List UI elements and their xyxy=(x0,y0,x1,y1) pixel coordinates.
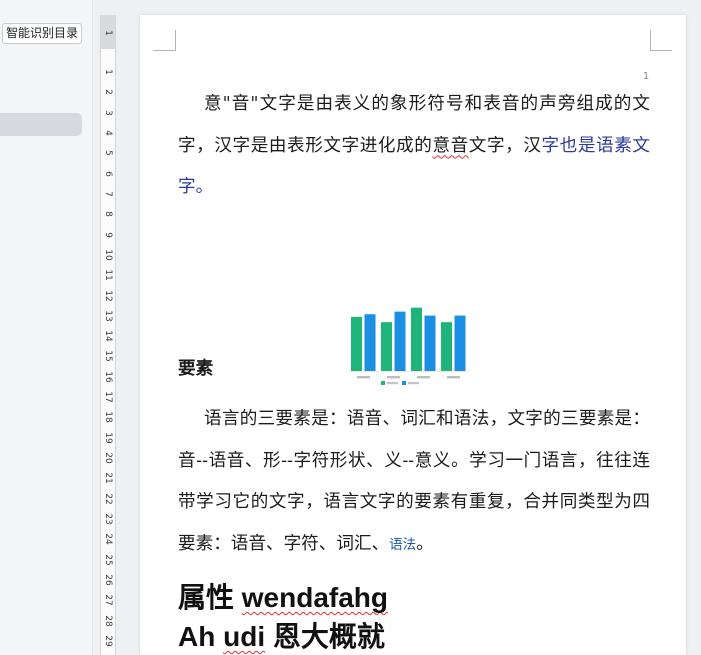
spelling-error-text[interactable]: 意音 xyxy=(432,136,468,156)
blue-text-run: 字也是语素文 xyxy=(541,135,650,156)
chart-legend-label-mark xyxy=(387,382,398,385)
ruler-number: 22 xyxy=(103,492,113,505)
ruler-number: 17 xyxy=(103,391,113,403)
corner-mark-top-right-h xyxy=(650,50,672,51)
smart-toc-button[interactable]: 智能识别目录 xyxy=(2,23,82,44)
ruler-number: 15 xyxy=(103,350,113,363)
text-line: 音--语音、形--字符形状、义--意义。学习一门语言，往往连 xyxy=(178,450,650,471)
spelling-error-text[interactable]: udi xyxy=(223,621,265,652)
ruler-number: 26 xyxy=(103,574,113,586)
text-line: 意"音"文字是由表义的象形符号和表音的声旁组成的文 xyxy=(204,94,650,114)
page-number: 1 xyxy=(642,71,650,82)
ruler-number: 9 xyxy=(103,231,113,238)
ruler-number: 2 xyxy=(103,89,113,96)
text-line: 要素：语音、字符、词汇、语法。 xyxy=(178,524,650,566)
ruler-number: 27 xyxy=(103,594,113,607)
heading-2[interactable]: Ah udi 恩大概就 xyxy=(178,619,650,655)
spelling-error-text[interactable]: wendafahg xyxy=(242,582,388,613)
ruler-number: 18 xyxy=(103,411,113,424)
ruler-number: 24 xyxy=(103,533,113,546)
corner-mark-top-right-v xyxy=(650,30,651,51)
ruler-number: 14 xyxy=(103,330,113,342)
nav-item-selected[interactable] xyxy=(0,113,82,136)
heading-text-run: 恩大概就 xyxy=(265,621,385,652)
chart-legend-swatch xyxy=(402,381,406,385)
ruler-number: 6 xyxy=(103,170,113,177)
corner-mark-top-left-h xyxy=(153,50,175,51)
ruler-margin-label: 1 xyxy=(103,30,113,36)
ruler-number: 12 xyxy=(103,289,113,302)
chart-legend-swatch xyxy=(381,381,385,385)
ruler-number: 29 xyxy=(103,635,113,647)
ruler-number: 4 xyxy=(103,130,113,136)
ruler-number: 8 xyxy=(103,211,113,218)
text-line: 带学习它的文字，语言文字的要素有重复，合并同类型为四 xyxy=(178,492,650,512)
ruler-number: 28 xyxy=(103,614,113,627)
text-run: 。 xyxy=(416,533,434,554)
ruler-number: 1 xyxy=(103,69,113,75)
ruler-number: 19 xyxy=(103,432,113,444)
ruler-number: 25 xyxy=(103,553,113,566)
text-line: 语言的三要素是：语音、词汇和语法，文字的三要素是： xyxy=(204,409,650,429)
ruler-number: 7 xyxy=(103,191,113,197)
ruler-number: 21 xyxy=(103,472,113,485)
text-run: 要素：语音、字符、词汇、 xyxy=(178,533,390,554)
document-page[interactable]: 1 意"音"文字是由表义的象形符号和表音的声旁组成的文 字，汉字是由表形文字进化… xyxy=(140,15,686,655)
paragraph[interactable]: 语言的三要素是：语音、词汇和语法，文字的三要素是： 音--语音、形--字符形状、… xyxy=(178,399,650,565)
ruler-number: 13 xyxy=(103,310,113,322)
ruler-number: 23 xyxy=(103,513,113,525)
ruler-number: 11 xyxy=(103,269,113,281)
ruler-number: 20 xyxy=(103,452,113,464)
heading-1[interactable]: 属性 wendafahg xyxy=(178,580,650,616)
paragraph[interactable]: 意"音"文字是由表义的象形符号和表音的声旁组成的文 字，汉字是由表形文字进化成的… xyxy=(178,84,650,209)
heading-text-run: 属性 xyxy=(178,582,242,613)
ruler-number: 10 xyxy=(103,249,113,261)
text-line: 字，汉字是由表形文字进化成的意音文字，汉字也是语素文 xyxy=(178,126,650,168)
ruler-number: 5 xyxy=(103,150,113,157)
ruler-number: 3 xyxy=(103,109,113,116)
field-text-run[interactable]: 语法 xyxy=(389,537,416,553)
chart-legend-label-mark xyxy=(408,382,419,385)
heading-text-run: Ah xyxy=(178,621,224,652)
ruler-number: 16 xyxy=(103,371,113,383)
vertical-ruler[interactable]: 1 1 2 3 4 5 6 7 8 9 10 11 12 13 14 15 16 17 18 19 20 21 22 23 2… xyxy=(100,15,116,655)
navigation-pane: 智能识别目录 xyxy=(0,0,93,655)
section-heading: 要素 xyxy=(178,358,214,379)
text-run: 字，汉字是由表形文字进化成的 xyxy=(178,135,433,156)
text-run: 文字，汉 xyxy=(468,135,542,156)
corner-mark-top-left-v xyxy=(175,30,176,51)
text-line: 字。 xyxy=(178,177,214,197)
